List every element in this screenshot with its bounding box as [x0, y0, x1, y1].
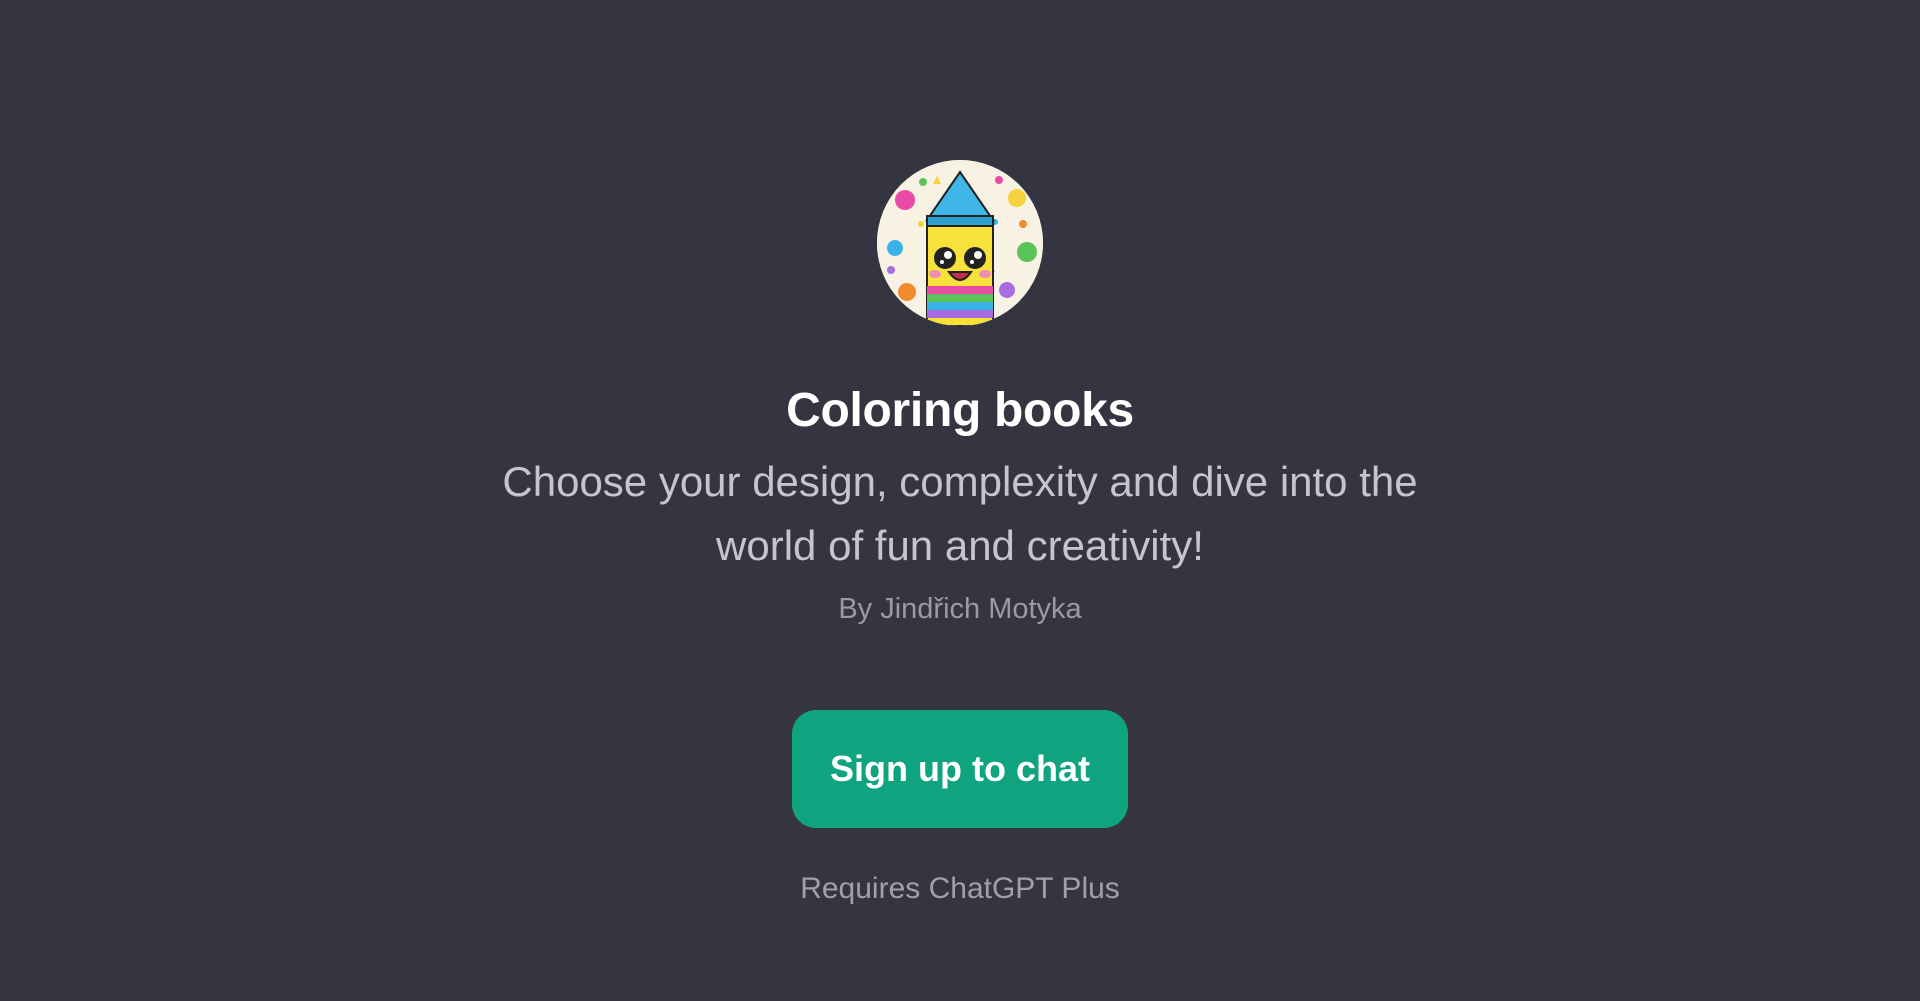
gpt-landing-page: Coloring books Choose your design, compl…	[0, 0, 1920, 1001]
gpt-title: Coloring books	[786, 384, 1134, 437]
gpt-avatar	[877, 160, 1043, 326]
sign-up-button[interactable]: Sign up to chat	[792, 710, 1128, 829]
plus-requirement-note: Requires ChatGPT Plus	[800, 872, 1120, 906]
crayon-character-icon	[877, 160, 1043, 326]
gpt-description: Choose your design, complexity and dive …	[502, 457, 1418, 569]
gpt-author: By Jindřich Motyka	[838, 592, 1082, 625]
